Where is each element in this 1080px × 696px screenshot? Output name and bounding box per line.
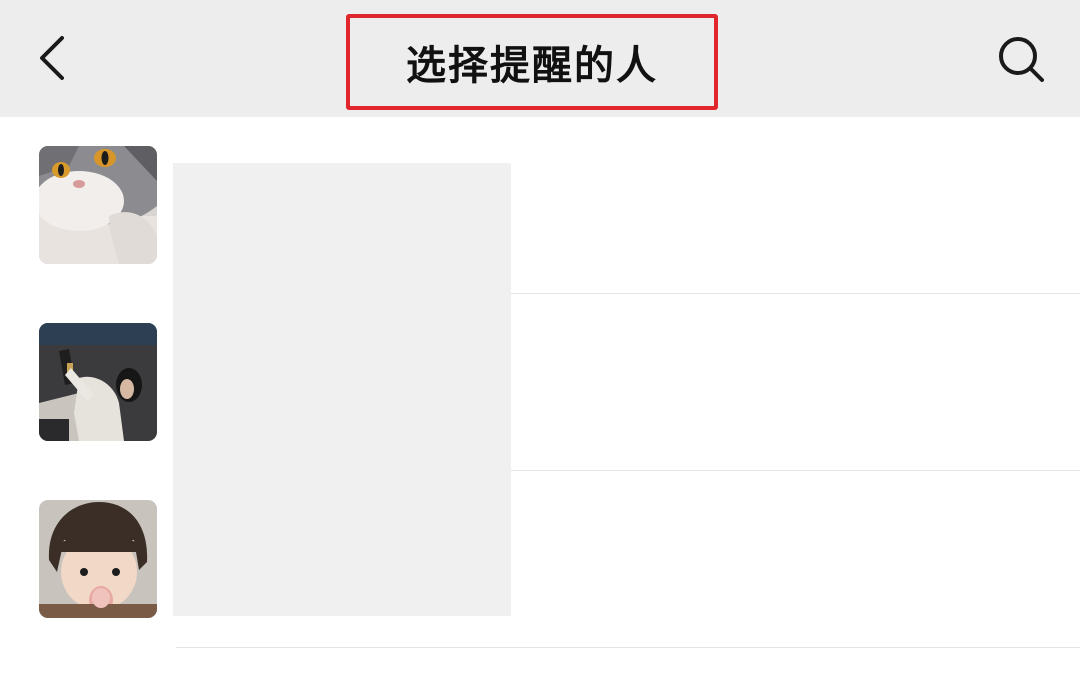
redaction-block [173, 163, 511, 616]
person-with-bottle-avatar [39, 323, 157, 441]
select-mention-screen: 选择提醒的人 [0, 0, 1080, 696]
contact-row[interactable] [0, 471, 1080, 648]
cat-photo-avatar [39, 146, 157, 264]
contact-row[interactable] [0, 294, 1080, 471]
chevron-left-icon [40, 36, 64, 80]
contact-row[interactable] [0, 117, 1080, 294]
search-icon [999, 37, 1044, 82]
child-photo-avatar [39, 500, 157, 618]
row-divider [176, 647, 1080, 648]
nav-bar: 选择提醒的人 [0, 0, 1080, 117]
search-button[interactable] [990, 28, 1052, 90]
back-button[interactable] [22, 28, 82, 88]
page-title: 选择提醒的人 [406, 43, 658, 89]
